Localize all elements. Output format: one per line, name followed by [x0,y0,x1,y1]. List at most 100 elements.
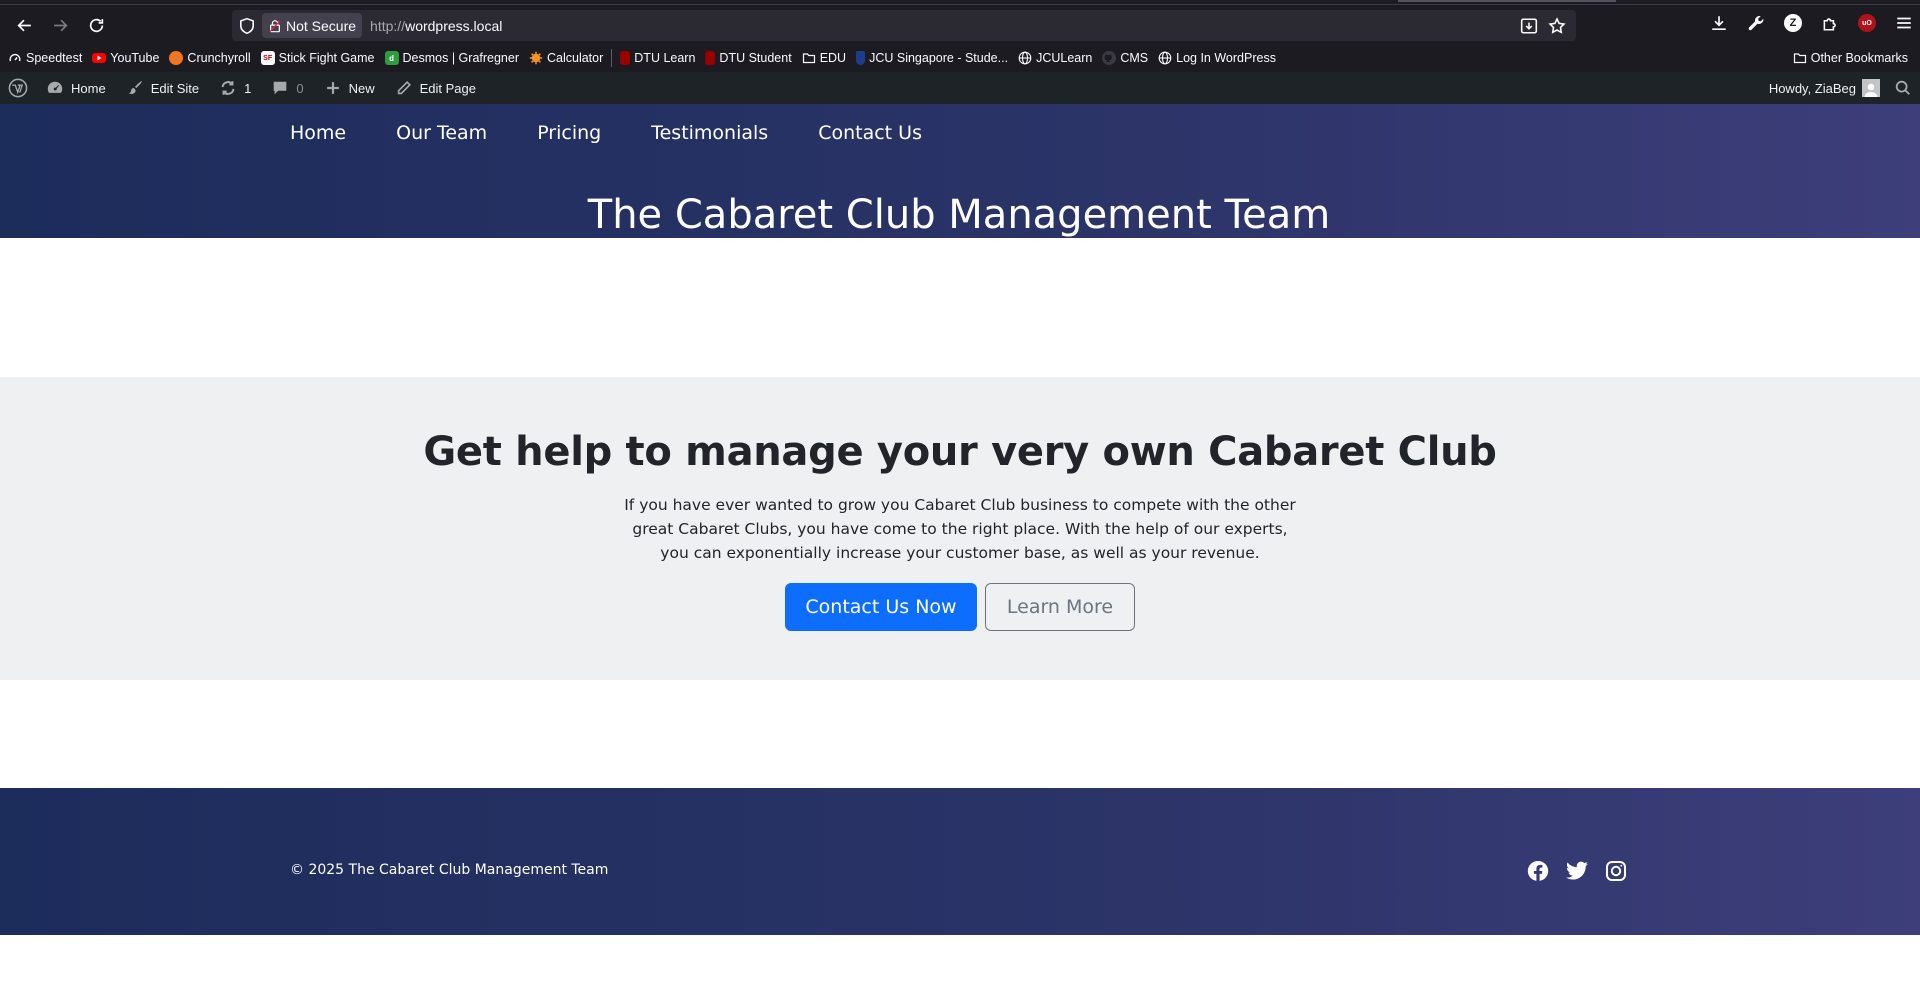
pencil-icon [397,81,411,95]
hamburger-menu-icon[interactable] [1894,13,1914,33]
bookmark-separator [611,49,613,67]
wordpress-logo-icon [8,78,28,98]
comments-count: 0 [296,80,304,96]
crunchyroll-icon [169,51,184,65]
blank-section-top [0,238,1920,377]
hero-buttons: Contact Us Now Learn More [0,583,1920,631]
arrow-right-icon [53,19,68,32]
browser-toolbar: Not Secure http://wordpress.local Z uO [0,7,1920,44]
hero-heading: Get help to manage your very own Cabaret… [423,429,1497,475]
bookmark-dtu-student[interactable]: DTU Student [705,51,792,65]
adminbar-search[interactable] [1886,72,1920,104]
bookmark-login-wordpress[interactable]: Log In WordPress [1158,51,1276,65]
youtube-icon [92,53,107,63]
not-secure-badge[interactable]: Not Secure [262,13,363,38]
hero-section: Get help to manage your very own Cabaret… [0,377,1920,680]
brush-icon [128,81,142,95]
folder-icon [1793,51,1807,65]
bookmark-desmos[interactable]: d Desmos | Grafregner [384,51,519,65]
ublock-icon[interactable]: uO [1857,13,1877,33]
comment-icon [274,81,287,95]
globe-icon [1018,51,1032,65]
blank-section-bottom [0,680,1920,788]
bookmark-folder-edu[interactable]: EDU [802,51,846,65]
site-header: Home Our Team Pricing Testimonials Conta… [0,104,1920,238]
adminbar-home[interactable]: Home [36,72,116,104]
hero-description: If you have ever wanted to grow you Caba… [624,496,1296,562]
adminbar-new[interactable]: New [314,72,385,104]
updates-icon [221,81,235,95]
bookmark-stick-fight[interactable]: SF Stick Fight Game [260,51,375,65]
stickfight-icon: SF [260,51,275,65]
bookmark-cms[interactable]: CMS [1102,51,1148,65]
github-icon [1102,51,1117,65]
downloads-icon[interactable] [1709,13,1729,33]
bookmark-speedtest[interactable]: Speedtest [8,51,82,65]
twitter-icon[interactable] [1564,858,1589,883]
dashboard-icon [47,81,63,93]
updates-count: 1 [244,80,252,96]
nav-testimonials[interactable]: Testimonials [651,122,768,144]
arrow-left-icon [16,19,31,32]
forward-button[interactable] [42,11,78,41]
nav-pricing[interactable]: Pricing [537,122,601,144]
tab-indicator[interactable] [1398,0,1616,2]
url-host: wordpress.local [405,17,503,34]
reload-button[interactable] [78,11,114,41]
copyright-text: © 2025 The Cabaret Club Management Team [290,862,609,878]
user-icon [1864,83,1878,97]
tab-strip [0,0,1920,7]
dtu-icon [705,51,716,65]
adminbar-updates[interactable]: 1 [209,72,261,104]
adminbar-edit-page[interactable]: Edit Page [385,72,486,104]
site-title[interactable]: The Cabaret Club Management Team [588,192,1330,238]
shield-icon[interactable] [238,17,256,35]
reader-mode-icon[interactable] [1520,17,1538,35]
back-button[interactable] [6,11,42,41]
nav-contact-us[interactable]: Contact Us [818,122,922,144]
wordpress-logo-menu[interactable] [0,72,36,104]
tab-strip-divider [0,4,1920,5]
other-bookmarks[interactable]: Other Bookmarks [1793,51,1908,65]
url-bar[interactable]: Not Secure http://wordpress.local [232,10,1576,41]
dtu-icon [620,51,631,65]
speedtest-icon [8,51,22,65]
jcu-icon [856,51,866,65]
adminbar-edit-site[interactable]: Edit Site [116,72,209,104]
folder-icon [802,51,816,65]
not-secure-label: Not Secure [286,17,357,34]
url-protocol: http:// [370,17,406,34]
nav-home[interactable]: Home [290,122,346,144]
wrench-icon[interactable] [1746,13,1766,33]
plus-icon [326,82,339,94]
bookmark-jcu-singapore[interactable]: JCU Singapore - Stude... [856,51,1008,65]
bookmark-calculator[interactable]: Calculator [529,51,603,65]
avatar [1862,79,1880,97]
contact-us-now-button[interactable]: Contact Us Now [785,583,977,631]
globe-icon [1158,51,1172,65]
site-title-wrapper: The Cabaret Club Management Team [0,192,1920,238]
extension-z-icon[interactable]: Z [1783,13,1803,33]
bookmark-dtu-learn[interactable]: DTU Learn [620,51,695,65]
facebook-icon[interactable] [1525,858,1550,883]
social-links [1525,858,1628,883]
url-text[interactable]: http://wordpress.local [370,18,502,34]
wp-admin-bar: Home Edit Site 1 0 New Edit Page Howdy, … [0,72,1920,104]
bookmark-youtube[interactable]: YouTube [92,51,159,65]
bookmarks-toolbar: Speedtest YouTube Crunchyroll SF Stick F… [0,44,1920,72]
bookmark-jculearn[interactable]: JCULearn [1018,51,1092,65]
site-footer: © 2025 The Cabaret Club Management Team [0,788,1920,935]
desmos-icon: d [384,51,399,65]
instagram-icon[interactable] [1603,858,1628,883]
calculator-icon [529,51,543,65]
bookmark-star-icon[interactable] [1548,16,1566,35]
site-navigation: Home Our Team Pricing Testimonials Conta… [290,122,922,144]
bookmark-crunchyroll[interactable]: Crunchyroll [169,51,251,65]
reload-icon [89,18,103,33]
adminbar-comments[interactable]: 0 [261,72,313,104]
puzzle-extensions-icon[interactable] [1820,13,1840,33]
lock-warning-icon [269,19,281,32]
adminbar-account[interactable]: Howdy, ZiaBeg [1759,72,1886,104]
nav-our-team[interactable]: Our Team [396,122,487,144]
learn-more-button[interactable]: Learn More [985,583,1135,631]
